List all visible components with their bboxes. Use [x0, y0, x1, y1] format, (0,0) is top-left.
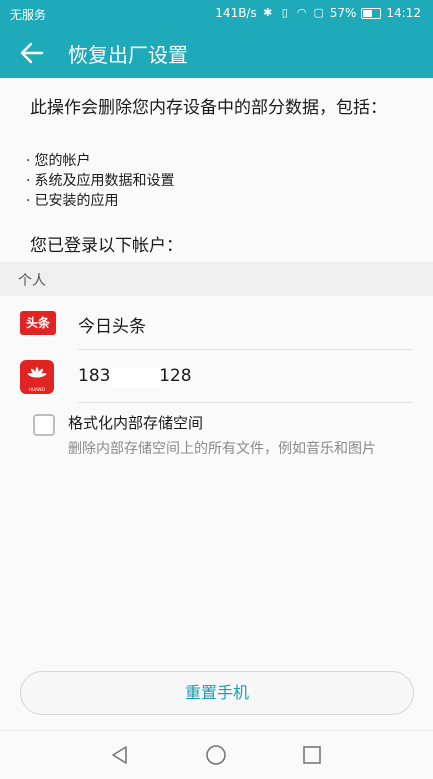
format-storage-option[interactable]: 格式化内部存储空间 删除内部存储空间上的所有文件，例如音乐和图片 — [0, 408, 433, 488]
sim-icon: ▢ — [313, 6, 324, 19]
navigation-bar — [0, 730, 433, 779]
arrow-left-icon — [20, 42, 44, 64]
wifi-icon: ◠ — [296, 6, 307, 19]
huawei-logo-icon: HUAWEI — [20, 360, 54, 394]
format-storage-checkbox[interactable] — [33, 414, 55, 436]
home-nav-button[interactable] — [204, 743, 228, 767]
recents-nav-button[interactable] — [300, 743, 324, 767]
net-speed: 141B/s — [215, 6, 257, 20]
divider — [78, 402, 413, 403]
battery-percent: 57% — [329, 6, 357, 20]
list-item: · 系统及应用数据和设置 — [26, 173, 175, 189]
status-bar: 无服务 141B/s ✱ ▯ ◠ ▢ 57% 14:12 — [0, 0, 433, 27]
bluetooth-icon: ✱ — [263, 6, 273, 19]
list-item: · 已安装的应用 — [26, 193, 119, 209]
square-recents-icon — [303, 746, 321, 764]
page-title: 恢复出厂设置 — [68, 43, 188, 67]
back-button[interactable] — [18, 39, 46, 67]
format-storage-description: 删除内部存储空间上的所有文件，例如音乐和图片 — [68, 441, 376, 457]
section-header: 个人 — [0, 262, 433, 296]
section-label: 个人 — [18, 273, 46, 289]
battery-icon — [361, 7, 382, 19]
carrier-label: 无服务 — [10, 8, 47, 22]
account-row-huawei: HUAWEI 183 3128 — [0, 350, 433, 403]
data-list: · 您的帐户 · 系统及应用数据和设置 · 已安装的应用 — [26, 151, 174, 211]
circle-home-icon — [206, 745, 226, 765]
triangle-back-icon — [112, 746, 127, 764]
status-icons: 141B/s ✱ ▯ ◠ ▢ 57% 14:12 — [215, 6, 421, 20]
huawei-petal-icon — [27, 367, 47, 378]
accounts-heading: 您已登录以下帐户： — [30, 236, 183, 256]
vibrate-icon: ▯ — [281, 6, 288, 19]
battery-fill — [363, 9, 373, 17]
warning-text: 此操作会删除您内存设备中的部分数据，包括： — [30, 98, 387, 118]
account-name: 今日头条 — [78, 317, 146, 337]
redaction-mask — [111, 368, 161, 388]
format-storage-title: 格式化内部存储空间 — [68, 414, 204, 432]
list-item: · 您的帐户 — [26, 153, 91, 169]
app-bar: 恢复出厂设置 — [0, 27, 433, 78]
clock: 14:12 — [386, 6, 421, 20]
reset-phone-button[interactable]: 重置手机 — [20, 671, 414, 715]
account-row-toutiao: 头条 今日头条 — [0, 297, 433, 350]
toutiao-logo-icon: 头条 — [20, 311, 56, 335]
back-nav-button[interactable] — [108, 743, 132, 767]
